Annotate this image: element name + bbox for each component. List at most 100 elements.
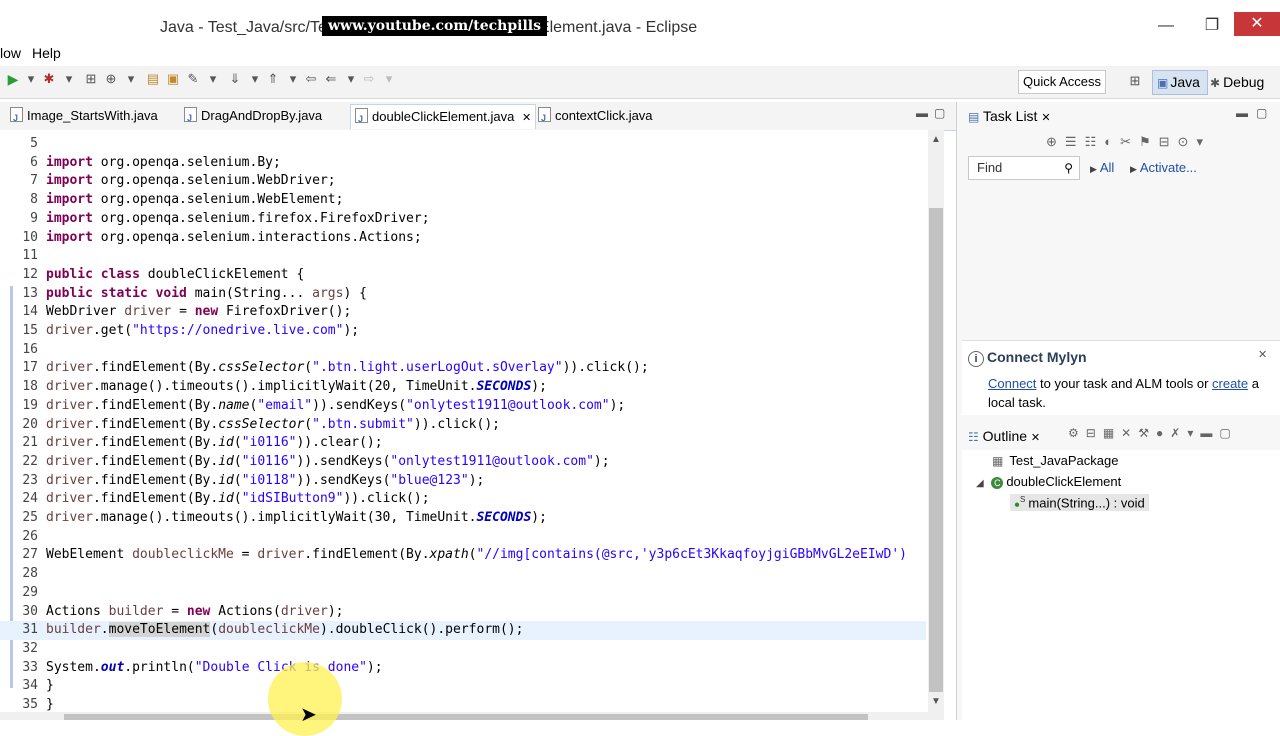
code-line[interactable]: 19 driver.findElement(By.name("email")).s… — [0, 397, 926, 416]
hide-local-icon[interactable]: ● — [1156, 426, 1170, 440]
code-line[interactable]: 12 public class doubleClickElement { — [0, 266, 926, 285]
scheduled-icon[interactable]: ☷ — [1085, 134, 1105, 149]
code-line[interactable]: 30 Actions builder = new Actions(driver); — [0, 603, 926, 622]
code-line[interactable]: 18 driver.manage().timeouts().implicitlyW… — [0, 378, 926, 397]
categorized-icon[interactable]: ☰ — [1065, 134, 1085, 149]
code-line[interactable]: 23 driver.findElement(By.id("i0118")).sen… — [0, 472, 926, 491]
collapse-icon[interactable]: ✂ — [1120, 134, 1139, 149]
code-line[interactable]: 27 WebElement doubleclickMe = driver.find… — [0, 546, 926, 565]
scroll-down-icon[interactable]: ▼ — [931, 696, 941, 707]
focus-icon[interactable]: ⚑ — [1139, 134, 1159, 149]
hide-icon[interactable]: ◐ — [1104, 134, 1120, 149]
code-line[interactable]: 5 — [0, 135, 926, 154]
new-package-icon[interactable]: ⊞ — [84, 72, 98, 86]
create-link[interactable]: create — [1212, 376, 1248, 391]
hide-nonpublic-icon[interactable]: ⚒ — [1138, 426, 1156, 440]
connect-link[interactable]: Connect — [988, 376, 1036, 391]
code-line[interactable]: 17 driver.findElement(By.cssSelector(".bt… — [0, 359, 926, 378]
outline-tab[interactable]: ☷ Outline ✕ — [968, 425, 1040, 449]
open-type-icon[interactable]: ▤ — [146, 72, 160, 86]
code-lines[interactable]: 5 6 import org.openqa.selenium.By; 7 import … — [0, 135, 926, 715]
outline-item-class[interactable]: ◢ CdoubleClickElement — [976, 474, 1121, 489]
minimize-panel-icon[interactable]: ▬ — [1236, 106, 1248, 120]
tab-image-startswith[interactable]: Image_StartsWith.java — [10, 104, 158, 130]
outline-toolbar[interactable]: ⚙⊟▦✕⚒●✗▾▬▢ — [1068, 426, 1238, 440]
maximize-editor-icon[interactable]: ▢ — [934, 106, 945, 120]
horizontal-scroll-thumb[interactable] — [64, 714, 868, 720]
minimize-panel-icon[interactable]: ▬ — [1200, 426, 1219, 440]
code-line[interactable]: 6 import org.openqa.selenium.By; — [0, 154, 926, 173]
open-task-icon[interactable]: ▣ — [166, 72, 180, 86]
task-activate[interactable]: ▶ Activate... — [1130, 160, 1197, 175]
run-icon[interactable]: ▶ — [6, 72, 20, 86]
dropdown-icon[interactable]: ▾ — [382, 72, 396, 86]
close-outline-icon[interactable]: ✕ — [1031, 432, 1040, 444]
code-line[interactable]: 33 System.out.println("Double Click is do… — [0, 659, 926, 678]
dropdown-icon[interactable]: ▾ — [62, 72, 76, 86]
code-line[interactable]: 31 builder.moveToElement(doubleclickMe).d… — [0, 621, 926, 640]
task-list-toolbar[interactable]: ⊕☰☷◐✂⚑⊟⊙▾ — [1046, 134, 1211, 150]
dropdown-icon[interactable]: ▾ — [206, 72, 220, 86]
code-line[interactable]: 21 driver.findElement(By.id("i0116")).cle… — [0, 434, 926, 453]
view-menu-icon[interactable]: ▾ — [1187, 426, 1200, 440]
close-tab-icon[interactable]: ✕ — [522, 112, 531, 124]
code-line[interactable]: 32 — [0, 640, 926, 659]
tab-doubleclickelement[interactable]: doubleClickElement.java ✕ — [350, 104, 537, 131]
code-line[interactable]: 8 import org.openqa.selenium.WebElement; — [0, 191, 926, 210]
code-line[interactable]: 7 import org.openqa.selenium.WebDriver; — [0, 172, 926, 191]
next-annotation-icon[interactable]: ⇓ — [228, 72, 242, 86]
back-icon[interactable]: ⇦ — [304, 72, 318, 86]
open-perspective-icon[interactable]: ⊞ — [1128, 74, 1142, 88]
quick-access-input[interactable]: Quick Access — [1018, 70, 1106, 94]
dropdown-icon[interactable]: ▾ — [248, 72, 262, 86]
task-filter-all[interactable]: ▶ All — [1090, 160, 1114, 175]
task-list-tab[interactable]: ▤ Task List ✕ — [968, 105, 1051, 129]
view-menu-icon[interactable]: ▾ — [1196, 134, 1211, 149]
minimize-button[interactable]: — — [1152, 14, 1180, 38]
perspective-debug[interactable]: ✱ Debug — [1210, 70, 1264, 95]
code-line[interactable]: 10 import org.openqa.selenium.interaction… — [0, 229, 926, 248]
new-class-icon[interactable]: ⊕ — [104, 72, 118, 86]
prev-annotation-icon[interactable]: ⇑ — [266, 72, 280, 86]
back-icon[interactable]: ⇐ — [324, 72, 338, 86]
search-icon[interactable]: ✎ — [186, 72, 200, 86]
maximize-panel-icon[interactable]: ▢ — [1256, 106, 1267, 120]
menu-help[interactable]: Help — [32, 45, 61, 61]
code-line[interactable]: 9 import org.openqa.selenium.firefox.Fire… — [0, 210, 926, 229]
dropdown-icon[interactable]: ▾ — [286, 72, 300, 86]
expand-icon[interactable]: ⊟ — [1159, 134, 1178, 149]
perspective-java[interactable]: ▣ Java — [1152, 70, 1208, 95]
outline-item-package[interactable]: ▦ Test_JavaPackage — [992, 453, 1118, 468]
hide-static-icon[interactable]: ✕ — [1121, 426, 1138, 440]
sync-icon[interactable]: ⊙ — [1178, 134, 1197, 149]
code-line[interactable]: 22 driver.findElement(By.id("i0116")).sen… — [0, 453, 926, 472]
code-line[interactable]: 34} — [0, 677, 926, 696]
code-line[interactable]: 15 driver.get("https://onedrive.live.com"… — [0, 322, 926, 341]
tab-contextclick[interactable]: contextClick.java — [538, 104, 653, 130]
close-mylyn-icon[interactable]: ✕ — [1258, 348, 1267, 361]
code-line[interactable]: 13 public static void main(String... args… — [0, 285, 926, 304]
focus-icon[interactable]: ✗ — [1170, 426, 1187, 440]
tab-draganddropby[interactable]: DragAndDropBy.java — [184, 104, 322, 130]
code-line[interactable]: 14 WebDriver driver = new FirefoxDriver()… — [0, 303, 926, 322]
sort-icon[interactable]: ⚙ — [1068, 426, 1086, 440]
maximize-button[interactable]: ❐ — [1198, 14, 1226, 38]
menu-window[interactable]: low — [0, 45, 21, 61]
code-line[interactable]: 11 — [0, 247, 926, 266]
debug-icon[interactable]: ✱ — [42, 72, 56, 86]
code-line[interactable]: 24 driver.findElement(By.id("idSIButton9"… — [0, 490, 926, 509]
code-line[interactable]: 25 driver.manage().timeouts().implicitlyW… — [0, 509, 926, 528]
vertical-scroll-thumb[interactable] — [929, 208, 943, 692]
new-task-icon[interactable]: ⊕ — [1046, 134, 1065, 149]
expand-arrow-icon[interactable]: ◢ — [976, 478, 984, 489]
outline-item-method[interactable]: ●S main(String...) : void — [1010, 494, 1149, 512]
code-line[interactable]: 28 — [0, 565, 926, 584]
code-line[interactable]: 16 — [0, 341, 926, 360]
dropdown-icon[interactable]: ▾ — [124, 72, 138, 86]
minimize-editor-icon[interactable]: ▬ — [916, 106, 928, 120]
close-window-button[interactable]: ✕ — [1234, 12, 1280, 36]
collapse-all-icon[interactable]: ⊟ — [1086, 426, 1103, 440]
task-find-input[interactable]: Find ⚲ — [968, 156, 1080, 180]
hide-fields-icon[interactable]: ▦ — [1103, 426, 1121, 440]
scroll-up-icon[interactable]: ▲ — [931, 134, 941, 145]
